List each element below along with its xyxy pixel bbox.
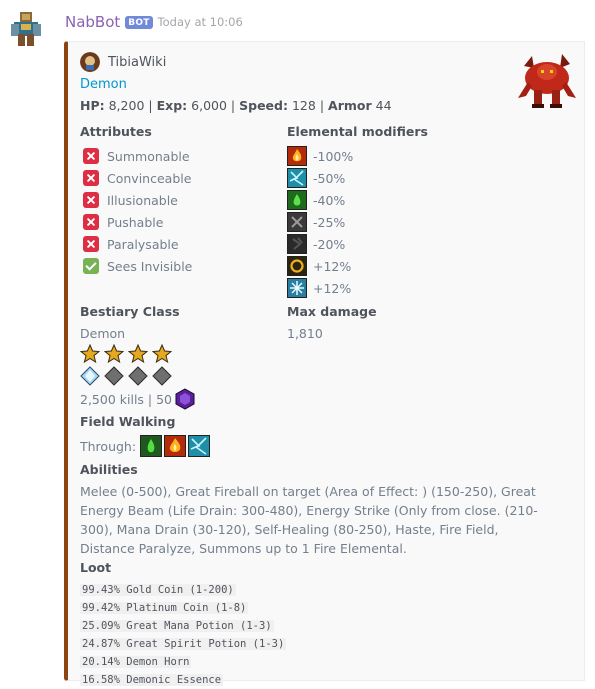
cross-mark-icon [83, 214, 99, 230]
attribute-row: Convinceable [83, 169, 191, 187]
earth-element-icon [287, 190, 307, 210]
max-damage-value: 1,810 [287, 326, 323, 341]
occurrence-gems [80, 366, 172, 386]
abilities-text: Melee (0-500), Great Fireball on target … [80, 484, 538, 556]
poison-field-icon [140, 435, 163, 457]
gray-diamond-icon [128, 366, 148, 386]
nabbot-avatar-icon [11, 12, 41, 46]
hp-label: HP: [80, 98, 105, 113]
elemental-row: -20% [287, 234, 345, 254]
embed-title-link[interactable]: Demon [80, 77, 127, 92]
gray-diamond-icon [104, 366, 124, 386]
attribute-label: Convinceable [107, 170, 192, 186]
max-damage-title: Max damage [287, 304, 377, 319]
attribute-row: Sees Invisible [83, 257, 192, 275]
exp-value: 6,000 [191, 98, 227, 113]
difficulty-stars [80, 344, 172, 364]
loot-item: 24.87% Great Spirit Potion (1-3) [80, 638, 287, 650]
elemental-value: +12% [313, 258, 352, 274]
loot-title: Loot [80, 560, 112, 575]
star-icon [80, 344, 100, 364]
attribute-label: Summonable [107, 148, 190, 164]
elemental-value: -40% [313, 192, 346, 208]
rich-embed: TibiaWiki Demon HP: 8,200 | Exp: 6,000 |… [64, 41, 585, 686]
elemental-title: Elemental modifiers [287, 124, 428, 139]
loot-item: 99.43% Gold Coin (1-200) [80, 584, 236, 596]
death-element-icon [287, 234, 307, 254]
cross-mark-icon [83, 148, 99, 164]
attribute-row: Summonable [83, 147, 190, 165]
elemental-value: +12% [313, 280, 352, 296]
attribute-row: Pushable [83, 213, 163, 231]
message-timestamp[interactable]: Today at 10:06 [158, 15, 243, 29]
author-name[interactable]: NabBot [65, 13, 120, 31]
loot-item: 16.58% Demonic Essence [80, 674, 224, 686]
kills-row: 2,500 kills | 50 [80, 388, 196, 410]
charm-points-icon [175, 388, 195, 410]
loot-item: 20.14% Demon Horn [80, 656, 192, 668]
star-icon [128, 344, 148, 364]
elemental-value: -50% [313, 170, 346, 186]
attribute-row: Illusionable [83, 191, 178, 209]
bestiary-class: Demon [80, 326, 126, 341]
attribute-row: Paralysable [83, 235, 179, 253]
demon-thumbnail[interactable] [514, 48, 580, 114]
exp-label: Exp: [156, 98, 188, 113]
elemental-value: -100% [313, 148, 354, 164]
cross-mark-icon [83, 170, 99, 186]
loot-list: 99.43% Gold Coin (1-200) 99.42% Platinum… [80, 581, 287, 689]
check-mark-icon [83, 258, 99, 274]
attribute-label: Pushable [107, 214, 164, 230]
bestiary-title: Bestiary Class [80, 304, 180, 319]
embed-author: TibiaWiki [80, 52, 166, 72]
holy-element-icon [287, 256, 307, 276]
armor-label: Armor [328, 98, 372, 113]
elemental-value: -25% [313, 214, 346, 230]
through-label: Through: [80, 438, 137, 454]
nabbot-avatar[interactable] [6, 8, 46, 48]
abilities-title: Abilities [80, 462, 138, 477]
elemental-row: -50% [287, 168, 345, 188]
attribute-label: Paralysable [107, 236, 179, 252]
field-walking-title: Field Walking [80, 414, 176, 429]
fire-element-icon [287, 146, 307, 166]
speed-label: Speed: [239, 98, 288, 113]
speed-value: 128 [291, 98, 316, 113]
hp-value: 8,200 [108, 98, 145, 113]
elemental-row: +12% [287, 278, 351, 298]
message-header: NabBot BOT Today at 10:06 [65, 11, 243, 33]
gray-diamond-icon [152, 366, 172, 386]
tibiawiki-logo-icon [80, 52, 100, 72]
stats-line: HP: 8,200 | Exp: 6,000 | Speed: 128 | Ar… [80, 98, 392, 113]
diamond-icon [80, 366, 100, 386]
loot-item: 99.42% Platinum Coin (1-8) [80, 602, 249, 614]
energy-field-icon [188, 435, 211, 457]
ice-element-icon [287, 278, 307, 298]
physical-element-icon [287, 212, 307, 232]
bot-badge: BOT [125, 15, 153, 29]
elemental-row: -25% [287, 212, 345, 232]
cross-mark-icon [83, 236, 99, 252]
stat-separator: | [230, 98, 236, 113]
elemental-row: -100% [287, 146, 353, 166]
cross-mark-icon [83, 192, 99, 208]
stat-separator: | [148, 98, 153, 113]
demon-creature-sprite [518, 54, 576, 108]
attribute-label: Illusionable [107, 192, 178, 208]
stat-separator: | [319, 98, 325, 113]
elemental-row: +12% [287, 256, 351, 276]
armor-value: 44 [375, 98, 392, 113]
fire-field-icon [164, 435, 187, 457]
energy-element-icon [287, 168, 307, 188]
elemental-row: -40% [287, 190, 345, 210]
field-walking-row: Through: [80, 434, 216, 458]
embed-author-name[interactable]: TibiaWiki [108, 55, 166, 70]
elemental-value: -20% [313, 236, 346, 252]
loot-item: 25.09% Great Mana Potion (1-3) [80, 620, 274, 632]
attribute-label: Sees Invisible [107, 258, 193, 274]
star-icon [152, 344, 172, 364]
kills-text: 2,500 kills | 50 [80, 391, 172, 407]
star-icon [104, 344, 124, 364]
attributes-title: Attributes [80, 124, 152, 139]
